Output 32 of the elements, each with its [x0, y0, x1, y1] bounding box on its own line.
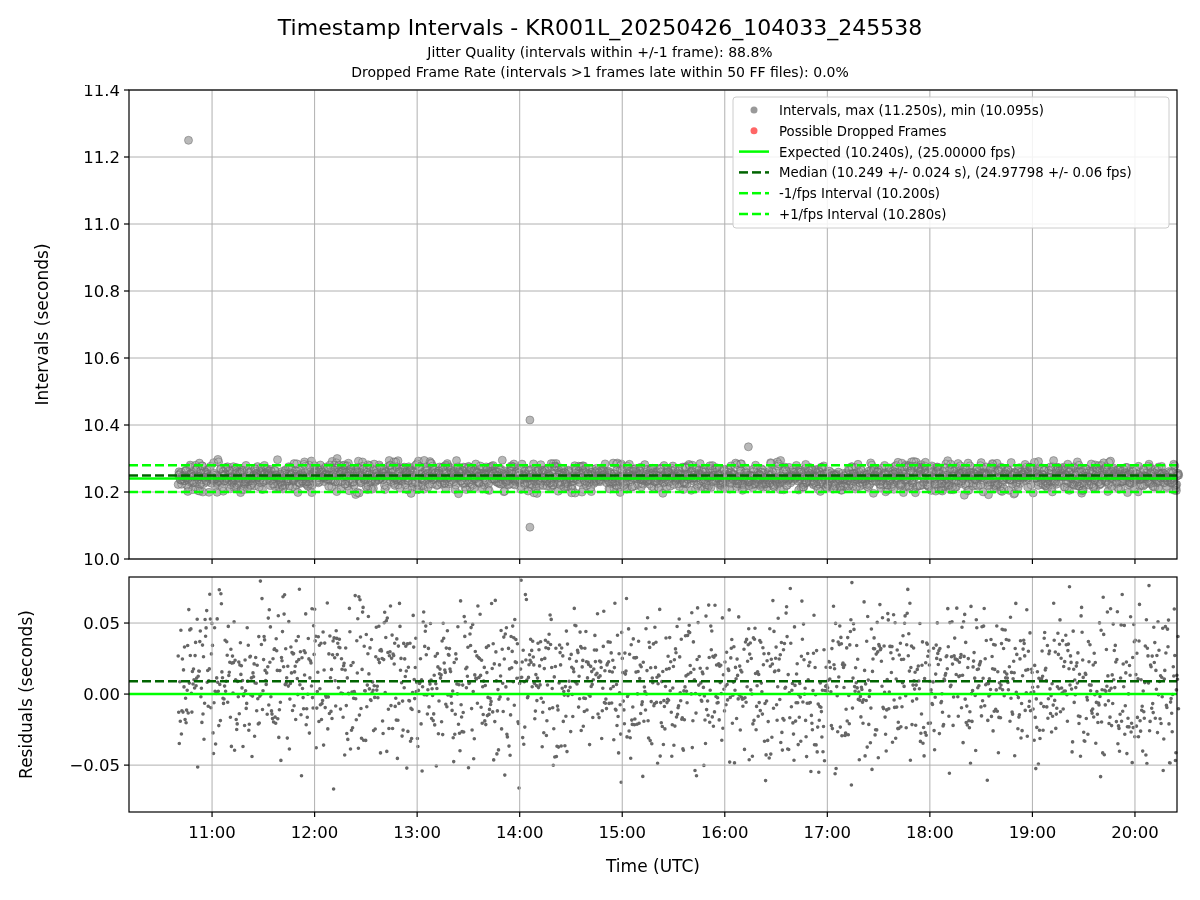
x-tick-label: 17:00 — [803, 823, 852, 842]
x-tick-label: 16:00 — [701, 823, 749, 842]
y-tick-label: 10.0 — [83, 550, 120, 569]
x-tick-label: 14:00 — [495, 823, 544, 842]
y-tick-label: 11.0 — [83, 215, 120, 234]
x-tick-label: 15:00 — [598, 823, 646, 842]
y-tick-label: 10.6 — [83, 349, 120, 368]
y-tick-label: 0.05 — [83, 614, 120, 634]
x-tick-label: 12:00 — [290, 823, 339, 842]
legend-label: Median (10.249 +/- 0.024 s), (24.97798 +/- 0.06 fps) — [779, 165, 1132, 181]
legend-label: -1/fps Interval (10.200s) — [779, 186, 940, 202]
subtitle-text: Dropped Frame Rate (intervals >1 frames late within 50 FF files): 0.0% — [351, 63, 849, 82]
x-tick-label: 13:00 — [393, 823, 441, 842]
x-tick-label: 19:00 — [1008, 823, 1057, 842]
legend-label: Possible Dropped Frames — [779, 123, 947, 139]
chart-title: Timestamp Intervals - KR001L_20250426_104033_245538 — [277, 14, 923, 42]
y-axis-label: Intervals (seconds) — [32, 243, 52, 406]
x-axis-label: Time (UTC) — [606, 856, 700, 876]
x-tick-label: 18:00 — [906, 823, 954, 842]
y-tick-label: 10.2 — [83, 483, 120, 502]
y-tick-label: 10.8 — [83, 282, 120, 301]
legend-label: Expected (10.240s), (25.00000 fps) — [779, 144, 1016, 160]
y-tick-label: 11.2 — [83, 148, 120, 167]
legend-label: Intervals, max (11.250s), min (10.095s) — [779, 103, 1044, 118]
x-tick-label: 11:00 — [188, 823, 236, 842]
legend-label: +1/fps Interval (10.280s) — [779, 207, 947, 222]
y-tick-label: 0.00 — [83, 685, 120, 705]
y-tick-label: 10.4 — [83, 416, 120, 435]
y-axis-label: Residuals (seconds) — [16, 610, 36, 779]
y-tick-label: −0.05 — [69, 756, 120, 776]
x-tick-label: 20:00 — [1111, 823, 1159, 842]
subtitle-text: Jitter Quality (intervals within +/-1 frame): 88.8% — [427, 43, 773, 62]
